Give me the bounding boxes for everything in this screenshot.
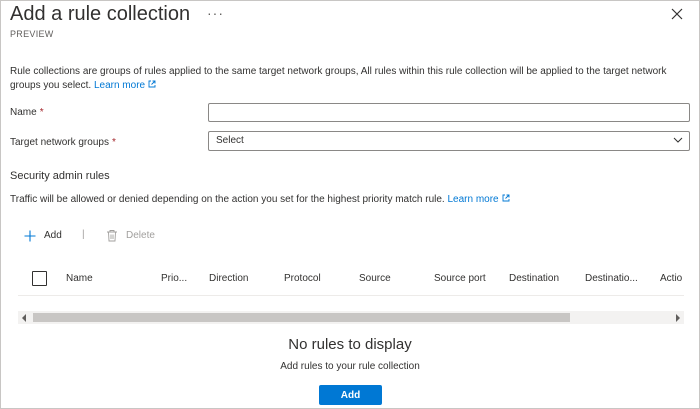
column-header-destination[interactable]: Destination (509, 273, 559, 284)
column-header-source-port[interactable]: Source port (434, 273, 486, 284)
select-all-checkbox[interactable] (32, 271, 47, 286)
horizontal-scrollbar[interactable] (18, 311, 684, 324)
description: Rule collections are groups of rules app… (10, 65, 680, 93)
required-marker: * (111, 137, 116, 148)
scroll-right-arrow-icon[interactable] (676, 314, 680, 322)
column-header-protocol[interactable]: Protocol (284, 273, 321, 284)
learn-more-link[interactable]: Learn more (447, 194, 510, 205)
target-network-groups-dropdown[interactable]: Select (208, 131, 690, 151)
security-description: Traffic will be allowed or denied depend… (10, 193, 680, 207)
security-text: Traffic will be allowed or denied depend… (10, 194, 445, 205)
empty-state-title: No rules to display (288, 336, 412, 353)
column-header-direction[interactable]: Direction (209, 273, 248, 284)
panel-title: Add a rule collection (10, 3, 191, 25)
column-header-destination-port[interactable]: Destinatio... (585, 273, 638, 284)
plus-icon (24, 230, 36, 242)
learn-more-label: Learn more (447, 194, 499, 205)
external-link-icon (502, 194, 510, 202)
dropdown-value: Select (216, 135, 244, 146)
add-rule-primary-button[interactable]: Add (319, 385, 382, 405)
name-label-text: Name (10, 107, 37, 118)
scrollbar-thumb[interactable] (33, 313, 570, 322)
column-header-priority[interactable]: Prio... (161, 273, 187, 284)
delete-label: Delete (126, 230, 155, 241)
column-header-name[interactable]: Name (66, 273, 93, 284)
section-heading: Security admin rules (10, 170, 110, 182)
name-input[interactable] (208, 103, 690, 122)
learn-more-link[interactable]: Learn more (94, 80, 156, 91)
empty-state-subtitle: Add rules to your rule collection (280, 361, 420, 372)
target-network-groups-label: Target network groups * (10, 137, 116, 148)
more-options-button[interactable]: ··· (207, 5, 224, 21)
close-icon[interactable] (671, 8, 683, 20)
preview-label: PREVIEW (10, 29, 54, 39)
external-link-icon (148, 80, 156, 88)
trash-icon (107, 230, 117, 242)
column-header-source[interactable]: Source (359, 273, 391, 284)
table-header: Name Prio... Direction Protocol Source S… (18, 263, 684, 296)
chevron-down-icon (673, 137, 683, 143)
required-marker: * (39, 107, 44, 118)
target-label-text: Target network groups (10, 137, 109, 148)
learn-more-label: Learn more (93, 80, 146, 91)
scroll-left-arrow-icon[interactable] (22, 314, 26, 322)
name-label: Name * (10, 107, 44, 118)
toolbar-divider: | (82, 229, 85, 240)
column-header-action[interactable]: Actio (660, 273, 682, 284)
add-label: Add (44, 230, 62, 241)
